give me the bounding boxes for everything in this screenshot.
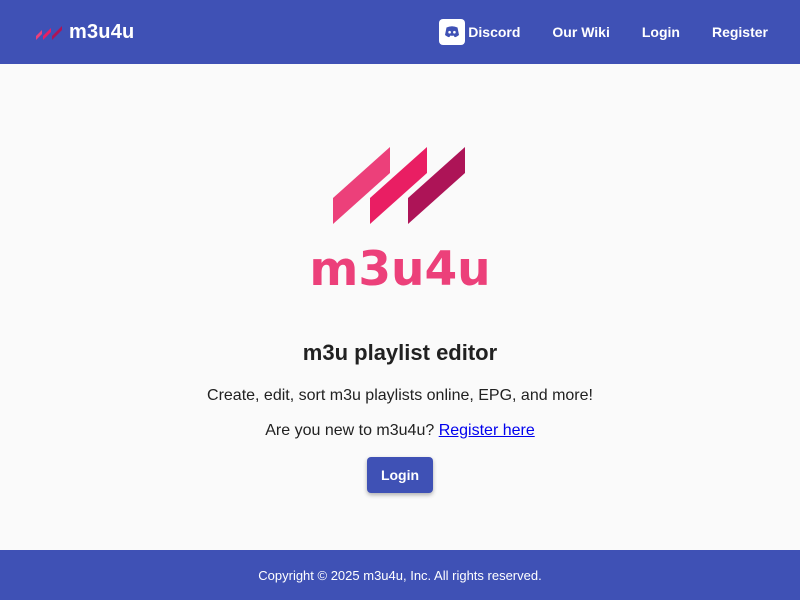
footer: Copyright © 2025 m3u4u, Inc. All rights … xyxy=(0,550,800,600)
discord-link[interactable]: Discord xyxy=(423,0,536,64)
login-button[interactable]: Login xyxy=(367,457,433,493)
wiki-link[interactable]: Our Wiki xyxy=(536,0,625,64)
nav-login-link[interactable]: Login xyxy=(626,0,696,64)
copyright-text: Copyright © 2025 m3u4u, Inc. All rights … xyxy=(258,567,542,583)
new-user-prompt: Are you new to m3u4u? Register here xyxy=(0,422,800,440)
top-navbar: m3u4u Discord Our Wiki Login Register xyxy=(0,0,800,64)
nav-register-link[interactable]: Register xyxy=(696,0,784,64)
m3u4u-logo-icon xyxy=(36,26,62,40)
discord-icon xyxy=(439,19,466,45)
new-user-text: Are you new to m3u4u? xyxy=(265,422,439,439)
main-content: m3u4u m3u playlist editor Create, edit, … xyxy=(0,64,800,550)
nav-links: Discord Our Wiki Login Register xyxy=(423,0,784,64)
page-title: m3u playlist editor xyxy=(302,340,498,365)
brand-home-link[interactable]: m3u4u xyxy=(36,0,134,64)
hero-logo: m3u4u xyxy=(309,147,491,292)
discord-label: Discord xyxy=(468,24,521,40)
register-here-link[interactable]: Register here xyxy=(439,422,535,439)
brand-name: m3u4u xyxy=(69,20,135,43)
hero-logo-text: m3u4u xyxy=(309,242,490,292)
tagline: Create, edit, sort m3u playlists online,… xyxy=(207,387,593,404)
